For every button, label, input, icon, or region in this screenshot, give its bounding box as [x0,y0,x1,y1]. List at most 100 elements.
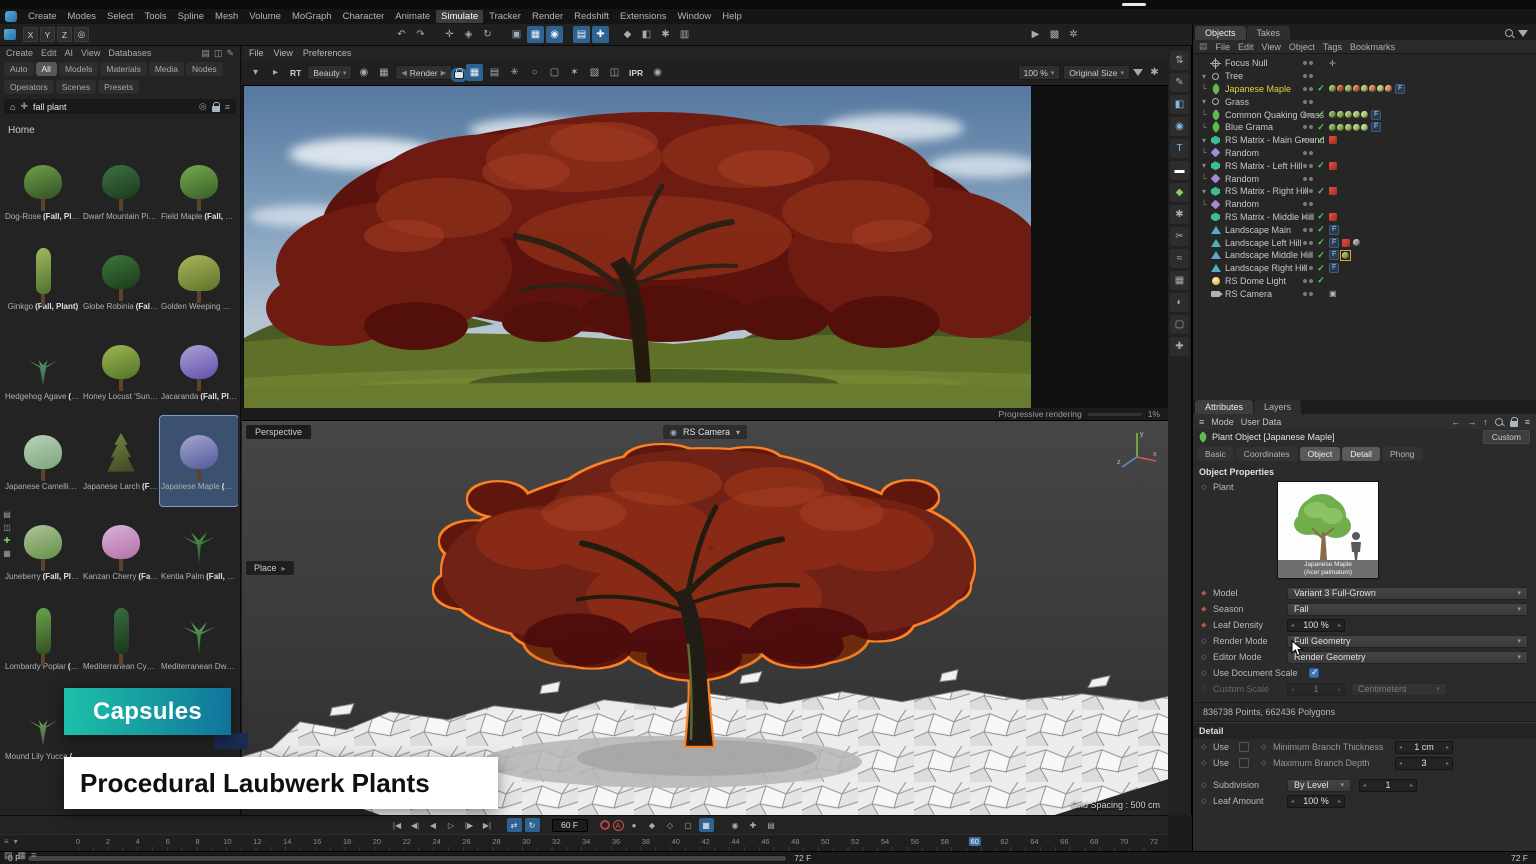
save-image-icon[interactable]: ▾ [247,64,264,81]
asset-item[interactable]: Japanese Maple(Fall, Plant) [160,416,238,506]
footer-menu-icon[interactable]: ≡ [31,850,36,861]
play-icon[interactable]: ▷ [444,818,459,832]
object-row[interactable]: Landscape Middle Hill✓F [1193,249,1536,262]
frame-tick[interactable]: 12 [251,837,263,846]
subdivision-mode-select[interactable]: By Level▾ [1287,779,1351,792]
visibility-dots[interactable] [1303,177,1313,181]
visibility-dots[interactable] [1303,151,1313,155]
asset-item[interactable]: Japanese Larch(Fall, Plant) [82,416,160,506]
redshift-tag-icon[interactable] [1329,162,1337,170]
spline-tool-icon[interactable]: ≈ [1170,249,1189,268]
effects-icon[interactable]: ✱ [657,26,674,43]
asset-filter-tab[interactable]: Media [149,62,184,76]
field-tag-icon[interactable]: F [1395,84,1405,94]
footer-list-icon[interactable]: ▤ [4,850,13,861]
asset-header-icon[interactable]: ✎ [226,48,234,59]
add-tool-icon[interactable]: ✚ [1170,337,1189,356]
frame-tick[interactable]: 32 [550,837,562,846]
search-icon[interactable] [1495,418,1503,426]
visibility-dots[interactable] [1303,138,1313,142]
object-row[interactable]: ▾Grass [1193,95,1536,108]
asset-item[interactable]: Hedgehog Agave(Fall, Plant) [4,326,82,416]
frame-tick[interactable]: 2 [104,837,112,846]
render-region-icon[interactable]: ▩ [1046,26,1063,43]
scale-tool-icon[interactable]: ◈ [460,26,477,43]
frame-tick[interactable]: 48 [789,837,801,846]
visibility-dots[interactable] [1303,292,1313,296]
object-row[interactable]: Focus Null✛ [1193,57,1536,70]
aov-grid-icon[interactable]: ▧ [586,64,603,81]
filter-icon[interactable] [1133,69,1143,76]
frame-tick[interactable]: 28 [490,837,502,846]
asset-capsule-icon[interactable]: ◆ [1170,183,1189,202]
asset-menu-item[interactable]: Databases [108,48,151,58]
goto-end-icon[interactable]: ▶| [480,818,495,832]
asset-item[interactable]: Field Maple(Fall, Plant) [160,146,238,236]
key-position-icon[interactable]: ● [627,818,642,832]
timeline-mode-icon[interactable]: ▤ [764,818,779,832]
frame-tick[interactable]: 60 [968,837,980,846]
asset-filter-tab[interactable]: All [36,62,57,76]
footer-grid-icon[interactable]: ▦ [18,850,27,861]
material-tags[interactable] [1329,111,1368,118]
asset-item[interactable]: Japanese Camellia(Fall, Plant) [4,416,82,506]
frame-tick[interactable]: 26 [460,837,472,846]
editor-mode-select[interactable]: Render Geometry▾ [1287,651,1528,664]
asset-filter-tab[interactable]: Materials [100,62,146,76]
menu-item[interactable]: Simulate [436,10,483,23]
object-row[interactable]: RS Camera▣ [1193,287,1536,300]
visibility-dots[interactable] [1303,266,1313,270]
menu-item[interactable]: Window [673,10,717,23]
frame-tick[interactable]: 24 [430,837,442,846]
search-icon[interactable] [1505,29,1513,37]
home-icon[interactable]: ⌂ [10,102,15,112]
frame-ruler-track[interactable]: 0246810121416182022242628303234363840424… [78,835,1154,851]
list-icon[interactable]: ≡ [225,102,230,112]
frame-tick[interactable]: 20 [371,837,383,846]
custom-scale-unit-select[interactable]: Centimeters▾ [1351,683,1447,696]
lock-render-icon[interactable] [455,72,463,78]
visibility-dots[interactable] [1303,61,1313,65]
frame-tick[interactable]: 22 [401,837,413,846]
menu-item[interactable]: Select [102,10,138,23]
display-mode-icon[interactable]: ◉ [355,64,372,81]
ruler-menu-icon[interactable]: ≡ [4,837,9,846]
snapshot-icon[interactable]: ▸ [267,64,284,81]
frame-tick[interactable]: 14 [281,837,293,846]
use-document-scale-checkbox[interactable] [1309,668,1319,678]
season-select[interactable]: Fall▾ [1287,603,1528,616]
frame-tick[interactable]: 38 [640,837,652,846]
pen-tool-icon[interactable]: ✎ [1170,73,1189,92]
object-row[interactable]: └Common Quaking Grass✓F [1193,108,1536,121]
prev-key-icon[interactable]: ◀| [408,818,423,832]
asset-item[interactable]: Lombardy Poplar(Fall, Plant) [4,596,82,686]
redshift-tag-icon[interactable] [1329,187,1337,195]
asset-menu-item[interactable]: AI [65,48,74,58]
frame-tick[interactable]: 64 [1028,837,1040,846]
menu-item[interactable]: Extensions [615,10,671,23]
asset-item[interactable]: Honey Locust 'Sunburst'(Fall, Plant) [82,326,160,416]
subdivision-input[interactable]: ◂1▸ [1359,779,1417,792]
panel-menu-icon[interactable]: ≡ [1199,417,1204,427]
frame-tick[interactable]: 62 [998,837,1010,846]
object-row[interactable]: ▾RS Matrix - Right Hill✓ [1193,185,1536,198]
asset-item[interactable]: Dog-Rose(Fall, Plant) [4,146,82,236]
visibility-dots[interactable] [1303,189,1313,193]
field-tag-icon[interactable]: F [1329,238,1339,248]
range-scrollbar[interactable] [27,855,787,862]
perspective-viewport[interactable]: Perspective ◉ RS Camera ▾ y x z Place ▸ [242,421,1168,815]
render-mode-select[interactable]: Full Geometry▾ [1287,635,1528,648]
coord-system-button[interactable]: ◎ [74,27,89,42]
visibility-dots[interactable] [1303,215,1313,219]
attribute-tab[interactable]: Coordinates [1236,447,1298,461]
frame-tick[interactable]: 42 [699,837,711,846]
asset-filter-tab[interactable]: Nodes [186,62,223,76]
asset-menu-item[interactable]: Edit [41,48,57,58]
filter-funnel-icon[interactable] [1518,30,1528,37]
object-manager-tab[interactable]: Takes [1247,26,1291,40]
viewport-view-label[interactable]: Perspective [246,425,311,439]
custom-scale-input[interactable]: ◂1▸ [1287,683,1345,696]
asset-item[interactable]: Dwarf Mountain Pine(Fall, Plant) [82,146,160,236]
visibility-dots[interactable] [1303,74,1313,78]
rail-board-icon[interactable]: ▦ [3,549,11,558]
